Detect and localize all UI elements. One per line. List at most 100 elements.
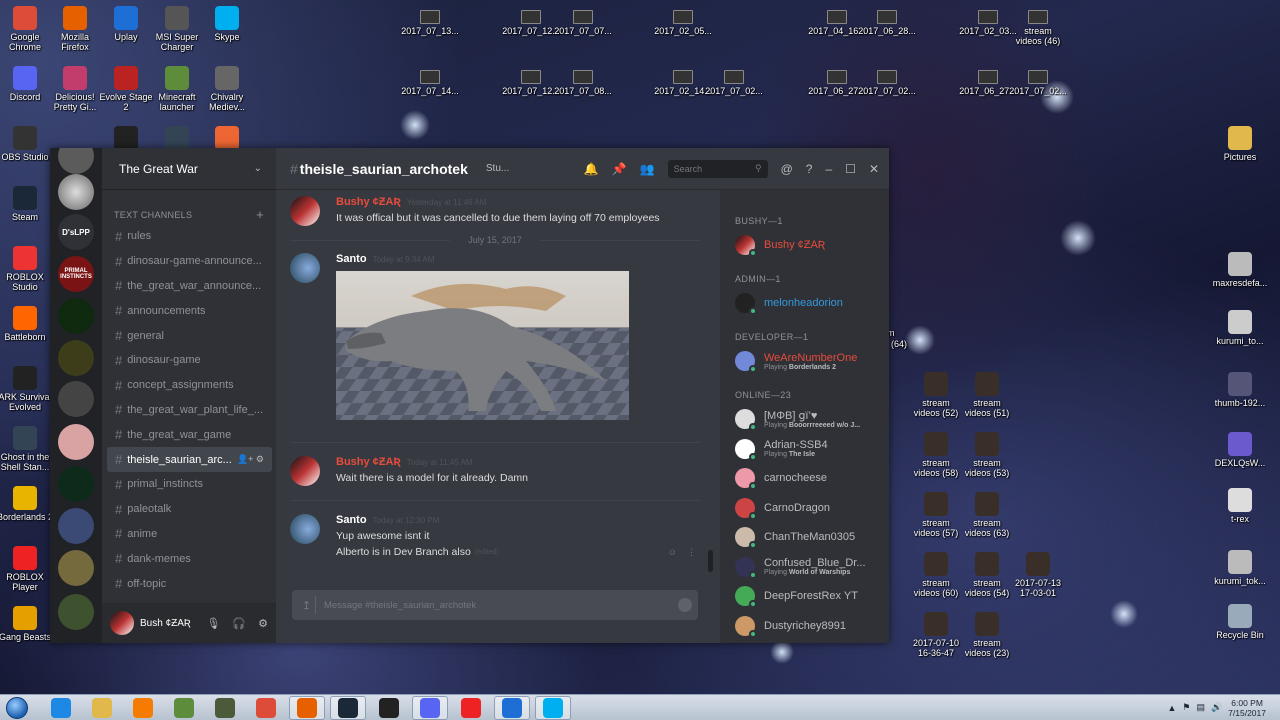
channel-topic[interactable]: Stu... <box>486 163 509 174</box>
desktop-icon[interactable]: Pictures <box>1210 126 1270 162</box>
channel-dinosaur-game[interactable]: # dinosaur-game <box>107 348 272 373</box>
channel-the-great-war-game[interactable]: # the_great_war_game <box>107 422 272 447</box>
desktop-icon[interactable]: Battleborn <box>0 306 55 342</box>
taskbar-button[interactable] <box>125 696 161 720</box>
taskbar-button[interactable] <box>493 695 530 720</box>
desktop-icon[interactable]: maxresdefa... <box>1210 252 1270 288</box>
desktop-icon[interactable]: stream videos (63) <box>957 492 1017 538</box>
desktop-icon[interactable]: 2017_07_02... <box>704 70 764 96</box>
show-hidden-icons-icon[interactable]: ▲ <box>1167 703 1176 713</box>
scrollbar[interactable] <box>708 190 714 580</box>
desktop-icon[interactable]: Steam <box>0 186 55 222</box>
desktop-icon[interactable]: 2017_07_02... <box>857 70 917 96</box>
gear-icon[interactable]: ⚙ <box>258 617 268 630</box>
taskbar-button[interactable] <box>43 696 79 720</box>
desktop-icon[interactable]: t-rex <box>1210 488 1270 524</box>
server-icon[interactable] <box>58 508 94 544</box>
message-author[interactable]: Santo <box>336 253 367 265</box>
headphones-icon[interactable]: 🎧 <box>232 617 246 630</box>
server-icon[interactable] <box>58 424 94 460</box>
avatar[interactable] <box>290 253 320 283</box>
taskbar-button[interactable] <box>207 696 243 720</box>
channel-theisle-saurian-arc[interactable]: # theisle_saurian_arc... 👤+ ⚙ <box>107 447 272 472</box>
desktop-icon[interactable]: 2017_07_13... <box>400 10 460 36</box>
server-icon[interactable] <box>58 381 94 417</box>
channel-the-great-war-announce[interactable]: # the_great_war_announce... <box>107 274 272 299</box>
image-attachment[interactable] <box>336 271 629 420</box>
desktop-icon[interactable]: 2017_06_28... <box>857 10 917 36</box>
taskbar-button[interactable] <box>453 696 489 720</box>
channel-rules[interactable]: # rules <box>107 224 272 249</box>
desktop-icon[interactable]: 2017_07_14... <box>400 70 460 96</box>
desktop-icon[interactable]: OBS Studio <box>0 126 55 162</box>
desktop-icon[interactable]: 2017_07_07... <box>553 10 613 36</box>
desktop-icon[interactable]: Skype <box>197 6 257 42</box>
server-icon[interactable] <box>58 298 94 334</box>
maximize-icon[interactable]: ☐ <box>845 162 856 176</box>
desktop-icon[interactable]: Chivalry Mediev... <box>197 66 257 112</box>
member-item[interactable]: Adrian-SSB4 Playing The Isle <box>735 436 885 462</box>
search-input[interactable]: Search ⚲ <box>667 159 768 178</box>
desktop-icon[interactable]: thumb-192... <box>1210 372 1270 408</box>
desktop-icon[interactable]: ROBLOX Studio <box>0 246 55 292</box>
member-item[interactable]: carnocheese <box>735 465 885 491</box>
desktop-icon[interactable]: ARK Survival Evolved <box>0 366 55 412</box>
bell-icon[interactable]: 🔔 <box>584 162 599 176</box>
upload-icon[interactable]: ↥ <box>298 596 316 614</box>
taskbar-button[interactable] <box>329 695 366 720</box>
desktop-icon[interactable]: 2017_07_02... <box>1008 70 1068 96</box>
members-icon[interactable]: 👥 <box>640 162 655 176</box>
mention-icon[interactable]: @ <box>781 162 793 176</box>
desktop-icon[interactable]: 2017_02_05... <box>653 10 713 36</box>
channel-category[interactable]: TEXT CHANNELS + <box>102 208 276 221</box>
desktop-icon[interactable]: kurumi_to... <box>1210 310 1270 346</box>
scrollbar-thumb[interactable] <box>708 550 713 572</box>
invite-icon[interactable]: 👤+ <box>237 454 256 464</box>
minimize-icon[interactable]: – <box>825 162 832 176</box>
desktop-icon[interactable]: stream videos (46) <box>1008 10 1068 46</box>
taskbar-button[interactable] <box>371 696 407 720</box>
channel-primal-instincts[interactable]: # primal_instincts <box>107 472 272 497</box>
channel-announcements[interactable]: # announcements <box>107 298 272 323</box>
volume-icon[interactable]: 🔊 <box>1211 702 1222 713</box>
network-icon[interactable]: ▤ <box>1196 702 1205 713</box>
member-item[interactable]: Confused_Blue_Dr... Playing World of Wars… <box>735 554 885 580</box>
channel-general[interactable]: # general <box>107 323 272 348</box>
help-icon[interactable]: ? <box>806 162 813 176</box>
member-item[interactable]: Bushy ¢ƵΑƦ <box>735 232 885 258</box>
desktop-icon[interactable]: stream videos (51) <box>957 372 1017 418</box>
desktop-icon[interactable]: DEXLQsW... <box>1210 432 1270 468</box>
member-item[interactable]: melonheadorion <box>735 290 885 316</box>
channel-anime[interactable]: # anime <box>107 522 272 547</box>
clock[interactable]: 6:00 PM 7/15/2017 <box>1228 698 1266 718</box>
flag-icon[interactable]: ⚑ <box>1182 702 1190 713</box>
reaction-icon[interactable]: ☺ <box>668 547 677 557</box>
server-icon[interactable] <box>58 466 94 502</box>
server-icon[interactable]: D'sLPP <box>58 214 94 250</box>
member-item[interactable]: CarnoDragon <box>735 495 885 521</box>
add-channel-icon[interactable]: + <box>256 208 264 221</box>
avatar[interactable] <box>290 456 320 486</box>
desktop-icon[interactable]: Ghost in the Shell Stan... <box>0 426 55 472</box>
taskbar-button[interactable] <box>534 695 571 720</box>
channel-paleotalk[interactable]: # paleotalk <box>107 497 272 522</box>
member-item[interactable]: [MΦB] ցї’♥ Playing Booorrreeeed w/o J... <box>735 406 885 432</box>
message-author[interactable]: Bushy ¢ƵΑƦ <box>336 456 401 468</box>
message-author[interactable]: Bushy ¢ƵΑƦ <box>336 196 401 208</box>
avatar[interactable] <box>110 611 134 635</box>
desktop-icon[interactable]: 2017-07-13 17-03-01 <box>1008 552 1068 598</box>
channel-concept-assignments[interactable]: # concept_assignments <box>107 373 272 398</box>
channel-dank-memes[interactable]: # dank-memes <box>107 546 272 571</box>
server-icon[interactable] <box>58 174 94 210</box>
member-item[interactable]: ChanTheMan0305 <box>735 524 885 550</box>
server-icon[interactable] <box>58 148 94 174</box>
emoji-icon[interactable] <box>678 598 692 612</box>
desktop-icon[interactable]: Recycle Bin <box>1210 604 1270 640</box>
more-options-icon[interactable]: ⋮ <box>687 547 696 558</box>
start-button[interactable] <box>0 695 34 720</box>
desktop-icon[interactable]: stream videos (53) <box>957 432 1017 478</box>
server-icon[interactable] <box>58 550 94 586</box>
desktop-icon[interactable]: 2017_07_08... <box>553 70 613 96</box>
taskbar-button[interactable] <box>248 696 284 720</box>
avatar[interactable] <box>290 196 320 226</box>
